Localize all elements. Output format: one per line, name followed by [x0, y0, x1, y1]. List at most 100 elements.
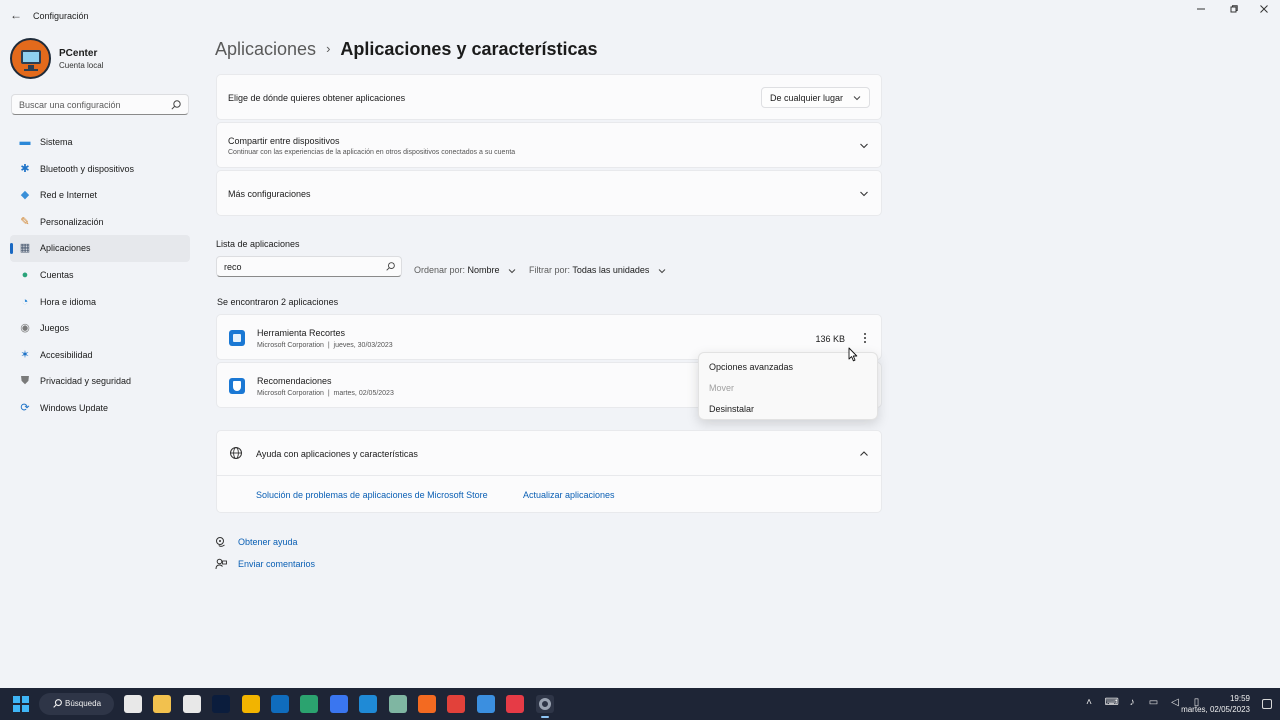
sidebar-item-hora-e-idioma[interactable]: ◔ Hora e idioma	[10, 289, 190, 316]
chevron-up-icon[interactable]	[859, 449, 869, 459]
search-placeholder: Buscar una configuración	[19, 100, 121, 110]
volume-icon[interactable]: ◁	[1169, 697, 1181, 709]
chatgpt-app-icon[interactable]	[388, 695, 407, 713]
feedback-label: Enviar comentarios	[238, 559, 316, 569]
sidebar-item-label: Red e Internet	[40, 190, 98, 201]
app-date: jueves, 30/03/2023	[333, 342, 393, 349]
app-source-dropdown[interactable]: De cualquier lugar	[761, 87, 870, 108]
sidebar-item-label: Sistema	[40, 137, 73, 147]
clock-date[interactable]: martes, 02/05/2023	[1181, 705, 1250, 714]
taskbar-search[interactable]: Búsqueda	[39, 693, 114, 715]
settings-icon[interactable]	[535, 695, 554, 718]
sort-label: Ordenar por:	[414, 265, 466, 275]
photoshop-icon[interactable]	[212, 695, 231, 713]
breadcrumb: Aplicaciones › Aplicaciones y característi…	[215, 39, 598, 60]
chevron-down-icon	[658, 268, 666, 273]
outlook-icon[interactable]	[271, 695, 289, 713]
minimize-icon[interactable]	[1186, 4, 1216, 18]
store-icon[interactable]	[182, 695, 201, 713]
sidebar-item-sistema[interactable]: ▬ Sistema	[10, 129, 190, 156]
taskbar: Búsqueda ˄ ⌨ ♪ ▭ ◁ ▯ 19:59 martes, 02/05/2023	[0, 688, 1280, 720]
app-size: 136 KB	[815, 334, 845, 344]
restore-icon[interactable]	[1219, 4, 1249, 18]
bluetooth-icon: ✱	[20, 162, 30, 175]
sidebar-item-label: Hora e idioma	[40, 296, 97, 307]
sidebar-item-cuentas[interactable]: ● Cuentas	[10, 262, 190, 289]
sidebar-item-bluetooth-y-dispositivos[interactable]: ✱ Bluetooth y dispositivos	[10, 156, 190, 183]
clock-time[interactable]: 19:59	[1230, 694, 1250, 703]
notification-icon[interactable]	[1262, 699, 1272, 709]
windows-start-icon[interactable]	[13, 696, 29, 712]
more-settings[interactable]: Más configuraciones	[216, 170, 882, 216]
more-options-icon[interactable]	[860, 331, 870, 345]
get-help-label: Obtener ayuda	[238, 537, 298, 547]
network-icon[interactable]: ▭	[1148, 697, 1160, 709]
link-update-apps[interactable]: Actualizar aplicaciones	[523, 490, 615, 500]
wifi-icon: ◆	[20, 189, 30, 202]
app-list-heading: Lista de aplicaciones	[216, 239, 300, 249]
window-title: Configuración	[33, 11, 89, 21]
firefox-icon[interactable]	[418, 695, 436, 713]
sidebar-item-windows-update[interactable]: ⟳ Windows Update	[10, 395, 190, 422]
app-search-input[interactable]: reco	[216, 256, 402, 277]
more-settings-title: Más configuraciones	[228, 189, 311, 199]
filter-dropdown[interactable]: Filtrar por: Todas las unidades	[529, 265, 666, 275]
help-title: Ayuda con aplicaciones y características	[256, 449, 418, 459]
azure-icon[interactable]	[476, 695, 495, 713]
feedback-icon	[215, 558, 227, 570]
app-search-value: reco	[224, 262, 242, 272]
sidebar-item-label: Accesibilidad	[40, 349, 93, 360]
chevron-down-icon	[853, 96, 861, 101]
search-icon	[53, 699, 62, 708]
gamepad-icon: ◉	[20, 322, 30, 335]
sidebar-item-label: Aplicaciones	[40, 243, 91, 254]
sidebar-item-accesibilidad[interactable]: ✶ Accesibilidad	[10, 342, 190, 369]
sort-dropdown[interactable]: Ordenar por: Nombre	[414, 265, 516, 275]
search-icon	[171, 100, 181, 110]
breadcrumb-separator: ›	[326, 41, 331, 56]
app-meta: Microsoft Corporation | martes, 02/05/20…	[257, 390, 394, 397]
update-icon: ⟳	[20, 401, 30, 414]
sidebar-item-privacidad-y-seguridad[interactable]: ⛊ Privacidad y seguridad	[10, 368, 190, 395]
search-icon	[386, 262, 395, 271]
mouse-cursor-icon	[848, 347, 858, 362]
account-icon: ●	[21, 268, 29, 281]
close-icon[interactable]	[1249, 4, 1279, 18]
screen-recorder-icon[interactable]	[506, 695, 525, 713]
keyboard-icon[interactable]: ⌨	[1105, 697, 1119, 709]
system-icon: ▬	[19, 136, 31, 148]
sidebar-item-aplicaciones[interactable]: ▦ Aplicaciones	[10, 235, 190, 262]
file-explorer-icon[interactable]	[153, 695, 172, 713]
page-title: Aplicaciones y características	[340, 39, 598, 59]
chrome-icon[interactable]	[241, 695, 260, 713]
vscode-icon[interactable]	[359, 695, 378, 713]
microphone-icon[interactable]: ♪	[1126, 697, 1138, 709]
breadcrumb-parent[interactable]: Aplicaciones	[215, 39, 316, 59]
back-arrow-icon[interactable]: ←	[8, 7, 24, 23]
app-source-value: De cualquier lugar	[770, 93, 844, 103]
settings-search-input[interactable]: Buscar una configuración	[11, 94, 189, 115]
chevron-up-icon[interactable]: ˄	[1083, 697, 1095, 709]
anydesk-icon[interactable]	[447, 695, 466, 713]
help-section: Ayuda con aplicaciones y características…	[216, 430, 882, 513]
sidebar-item-personalización[interactable]: ✎ Personalización	[10, 209, 190, 236]
signal-icon[interactable]	[329, 695, 348, 713]
sidebar-item-red-e-internet[interactable]: ◆ Red e Internet	[10, 182, 190, 209]
tips-icon	[229, 378, 245, 394]
sidebar-item-label: Personalización	[40, 216, 104, 227]
filter-value: Todas las unidades	[572, 265, 650, 275]
sidebar-item-label: Juegos	[40, 323, 70, 334]
globe-clock-icon: ◔	[21, 295, 29, 308]
divider	[217, 475, 881, 476]
menu-item-uninstall[interactable]: Desinstalar	[709, 404, 754, 414]
chatgpt-icon[interactable]	[124, 695, 142, 713]
link-store-troubleshoot[interactable]: Solución de problemas de aplicaciones de…	[256, 490, 488, 500]
share-across-devices-setting[interactable]: Compartir entre dispositivos Continuar c…	[216, 122, 882, 168]
accessibility-icon: ✶	[20, 348, 30, 361]
app-meta-separator: |	[327, 390, 330, 397]
sidebar-nav: ▬ Sistema ✱ Bluetooth y dispositivos ◆ Red e …	[10, 129, 190, 422]
edge-icon[interactable]	[300, 695, 319, 713]
sidebar-item-label: Cuentas	[40, 269, 74, 280]
menu-item-advanced-options[interactable]: Opciones avanzadas	[709, 362, 793, 372]
sidebar-item-juegos[interactable]: ◉ Juegos	[10, 315, 190, 342]
